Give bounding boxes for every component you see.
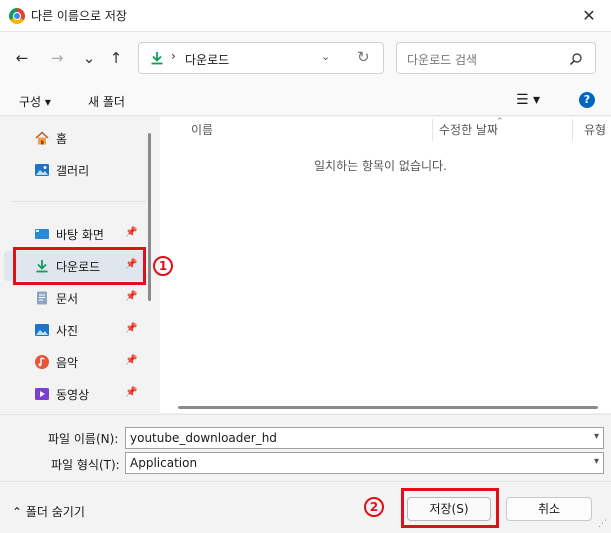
chrome-icon <box>9 7 25 24</box>
refresh-icon[interactable]: ↻ <box>357 48 370 66</box>
pictures-icon <box>35 324 49 336</box>
pin-icon: 📌 <box>125 323 138 334</box>
sidebar-item-label: 바탕 화면 <box>56 228 104 242</box>
pin-icon: 📌 <box>125 291 138 302</box>
empty-message: 일치하는 항목이 없습니다. <box>314 159 447 173</box>
filetype-label: 파일 형식(T): <box>51 458 120 472</box>
pin-icon: 📌 <box>125 387 138 398</box>
column-header-type[interactable]: 유형 <box>584 121 606 138</box>
file-list: 이름 ⌃ 수정한 날짜 유형 일치하는 항목이 없습니다. <box>160 117 611 413</box>
new-folder-button[interactable]: 새 폴더 <box>88 93 125 110</box>
sidebar-item-label: 문서 <box>56 292 79 306</box>
column-header-name[interactable]: 이름 <box>191 121 213 138</box>
command-bar: 구성 ▾ 새 폴더 ☰ ▾ ? <box>0 84 611 116</box>
sidebar-item-home[interactable]: 홈 <box>4 123 146 153</box>
forward-button[interactable]: → <box>47 48 67 68</box>
filename-field[interactable]: youtube_downloader_hd ▾ <box>125 427 604 449</box>
highlight-box-downloads <box>13 247 146 285</box>
download-icon <box>151 52 163 65</box>
sidebar-item-label: 홈 <box>56 132 68 146</box>
annotation-marker-2: 2 <box>364 497 384 517</box>
document-icon <box>37 291 47 305</box>
recent-locations-button[interactable]: ⌄ <box>79 48 99 68</box>
breadcrumb-separator: › <box>171 49 176 63</box>
pin-icon: 📌 <box>125 227 138 238</box>
address-box[interactable]: › 다운로드 ⌄ ↻ <box>138 42 384 74</box>
column-divider[interactable] <box>432 119 433 141</box>
breadcrumb-downloads[interactable]: 다운로드 <box>185 51 229 68</box>
sidebar-item-label: 음악 <box>56 356 79 370</box>
horizontal-scrollbar[interactable] <box>178 406 598 409</box>
filename-label: 파일 이름(N): <box>48 432 119 446</box>
sidebar-item-label: 사진 <box>56 324 79 338</box>
filename-value: youtube_downloader_hd <box>130 431 277 445</box>
hide-folders-button[interactable]: ⌃ 폴더 숨기기 <box>12 503 85 520</box>
column-header-date[interactable]: 수정한 날짜 <box>439 121 498 138</box>
search-placeholder: 다운로드 검색 <box>407 53 478 67</box>
annotation-marker-1: 1 <box>153 256 173 276</box>
column-divider[interactable] <box>572 119 573 141</box>
organize-button[interactable]: 구성 ▾ <box>19 93 51 110</box>
search-input[interactable]: 다운로드 검색 <box>396 42 596 74</box>
home-icon <box>35 131 49 145</box>
save-fields: 파일 이름(N): youtube_downloader_hd ▾ 파일 형식(… <box>0 414 611 480</box>
address-dropdown-icon[interactable]: ⌄ <box>321 50 330 63</box>
dialog-footer: ⌃ 폴더 숨기기 저장(S) 취소 ⋰ <box>0 481 611 533</box>
sidebar-item-label: 갤러리 <box>56 164 90 178</box>
dialog-title: 다른 이름으로 저장 <box>31 9 127 23</box>
cancel-button[interactable]: 취소 <box>506 497 592 521</box>
help-icon[interactable]: ? <box>579 92 595 108</box>
pin-icon: 📌 <box>125 355 138 366</box>
resize-grip-icon[interactable]: ⋰ <box>598 519 607 529</box>
sidebar-item-label: 동영상 <box>56 388 90 402</box>
chevron-down-icon[interactable]: ▾ <box>594 431 599 442</box>
desktop-icon <box>35 229 49 239</box>
gallery-icon <box>35 164 49 176</box>
music-icon <box>35 355 49 369</box>
sidebar-item-videos[interactable]: 동영상 📌 <box>4 379 146 409</box>
sidebar-item-gallery[interactable]: 갤러리 <box>4 155 146 185</box>
chevron-down-icon[interactable]: ▾ <box>594 456 599 467</box>
address-bar-row: ← → ⌄ ↑ › 다운로드 ⌄ ↻ 다운로드 검색 <box>0 32 611 84</box>
filetype-value: Application <box>130 456 198 470</box>
video-icon <box>35 388 49 400</box>
sidebar-scrollbar[interactable] <box>148 133 151 301</box>
filetype-select[interactable]: Application ▾ <box>125 452 604 474</box>
search-icon <box>569 53 582 66</box>
view-options-icon[interactable]: ☰ ▾ <box>516 92 540 108</box>
highlight-box-save <box>401 488 499 528</box>
back-button[interactable]: ← <box>12 48 32 68</box>
close-button[interactable]: ✕ <box>579 6 599 25</box>
title-bar: 다른 이름으로 저장 ✕ <box>0 0 611 32</box>
sidebar-item-desktop[interactable]: 바탕 화면 📌 <box>4 219 146 249</box>
sidebar-item-documents[interactable]: 문서 📌 <box>4 283 146 313</box>
sidebar-item-pictures[interactable]: 사진 📌 <box>4 315 146 345</box>
sidebar-item-music[interactable]: 음악 📌 <box>4 347 146 377</box>
up-button[interactable]: ↑ <box>106 48 126 68</box>
sidebar-divider <box>12 201 146 202</box>
